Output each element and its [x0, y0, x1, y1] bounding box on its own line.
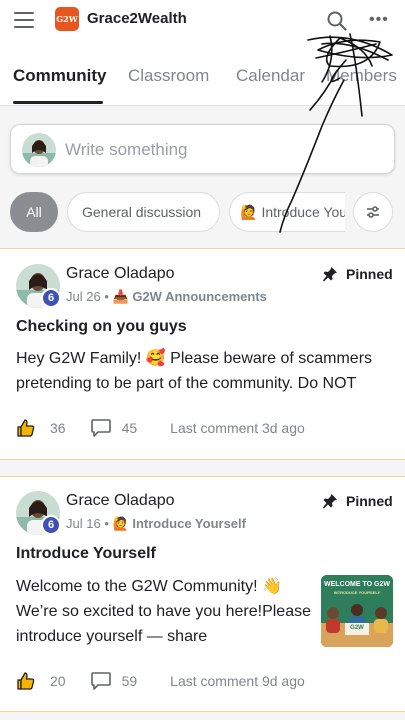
thumbs-up-icon	[17, 419, 35, 437]
inbox-tray-icon: 📥	[112, 289, 129, 304]
thumbs-up-icon	[17, 672, 35, 690]
last-comment-time: Last comment 3d ago	[170, 420, 305, 436]
level-badge: 6	[41, 288, 61, 308]
post-body[interactable]: Hey G2W Family! 🥰 Please beware of scamm…	[16, 346, 391, 396]
last-comment-time: Last comment 9d ago	[170, 673, 305, 689]
post-card[interactable]: 6 Grace Oladapo Jul 16 • 🙋 Introduce You…	[0, 476, 405, 712]
like-count: 36	[50, 420, 66, 436]
like-count: 20	[50, 673, 66, 689]
post-thumbnail-image[interactable]: WELCOME TO G2W INTRODUCE YOURSELF G2W	[321, 575, 393, 647]
comment-button[interactable]: 59	[90, 671, 138, 691]
filter-sliders-icon[interactable]	[353, 192, 393, 232]
post-category[interactable]: Introduce Yourself	[132, 516, 246, 531]
author-name[interactable]: Grace Oladapo	[66, 492, 175, 510]
post-meta: Jul 26 • 📥 G2W Announcements	[66, 289, 267, 305]
comment-button[interactable]: 45	[90, 418, 138, 438]
comment-bubble-icon	[90, 672, 111, 690]
app-screen: G2W Grace2Wealth ••• Community Classroom…	[0, 0, 405, 720]
filter-chip-all[interactable]: All	[10, 192, 58, 232]
meta-separator: •	[104, 289, 109, 304]
app-name[interactable]: Grace2Wealth	[87, 10, 187, 27]
pinned-label: Pinned	[346, 266, 393, 282]
post-meta: Jul 16 • 🙋 Introduce Yourself	[66, 516, 246, 532]
thumbnail-sign: G2W	[350, 625, 364, 631]
post-date: Jul 16	[66, 516, 101, 531]
post-stats: 36 45 Last comment 3d ago	[16, 417, 305, 439]
thumbnail-subline: INTRODUCE YOURSELF	[333, 590, 381, 595]
like-button[interactable]: 20	[16, 671, 66, 691]
tab-community[interactable]: Community	[13, 66, 107, 86]
filter-chip-general-discussion[interactable]: General discussion	[67, 192, 220, 232]
comment-bubble-icon	[90, 419, 111, 437]
pinned-label: Pinned	[346, 493, 393, 509]
search-icon[interactable]	[326, 10, 348, 32]
tab-calendar[interactable]: Calendar	[236, 66, 305, 86]
comment-count: 59	[121, 673, 138, 689]
nav-tabs: Community Classroom Calendar Members	[0, 56, 405, 106]
user-avatar	[22, 133, 56, 167]
hamburger-menu-icon[interactable]	[14, 12, 34, 28]
composer-placeholder: Write something	[65, 140, 188, 159]
more-horizontal-icon[interactable]: •••	[369, 11, 389, 29]
thumbnail-headline: WELCOME TO G2W	[324, 581, 390, 588]
pin-icon	[323, 267, 337, 282]
raising-hand-icon: 🙋	[112, 516, 129, 531]
tab-classroom[interactable]: Classroom	[128, 66, 209, 86]
post-body[interactable]: Welcome to the G2W Community! 👋 We’re so…	[16, 574, 311, 649]
like-button[interactable]: 36	[16, 418, 66, 438]
active-tab-indicator	[13, 101, 103, 104]
post-title[interactable]: Checking on you guys	[16, 318, 187, 336]
level-badge: 6	[41, 515, 61, 535]
post-title[interactable]: Introduce Yourself	[16, 545, 156, 563]
filter-chip-label: All	[26, 204, 42, 220]
author-name[interactable]: Grace Oladapo	[66, 265, 175, 283]
comment-count: 45	[121, 420, 138, 436]
post-date: Jul 26	[66, 289, 101, 304]
top-bar: G2W Grace2Wealth •••	[0, 0, 405, 40]
meta-separator: •	[104, 516, 109, 531]
app-logo[interactable]: G2W	[55, 7, 79, 31]
write-post-composer[interactable]: Write something	[10, 124, 395, 174]
filter-chip-label: General discussion	[82, 204, 202, 220]
pin-icon	[323, 494, 337, 509]
filter-chip-label: Introduce Yourself	[261, 204, 345, 220]
pinned-indicator: Pinned	[322, 266, 393, 282]
tab-members[interactable]: Members	[326, 66, 397, 86]
pinned-indicator: Pinned	[322, 493, 393, 509]
post-stats: 20 59 Last comment 9d ago	[16, 670, 305, 692]
raising-hand-icon: 🙋	[240, 203, 258, 220]
post-card[interactable]: 6 Grace Oladapo Jul 26 • 📥 G2W Announcem…	[0, 248, 405, 460]
filter-chip-introduce-yourself[interactable]: 🙋 Introduce Yourself	[229, 192, 345, 232]
post-category[interactable]: G2W Announcements	[132, 289, 267, 304]
